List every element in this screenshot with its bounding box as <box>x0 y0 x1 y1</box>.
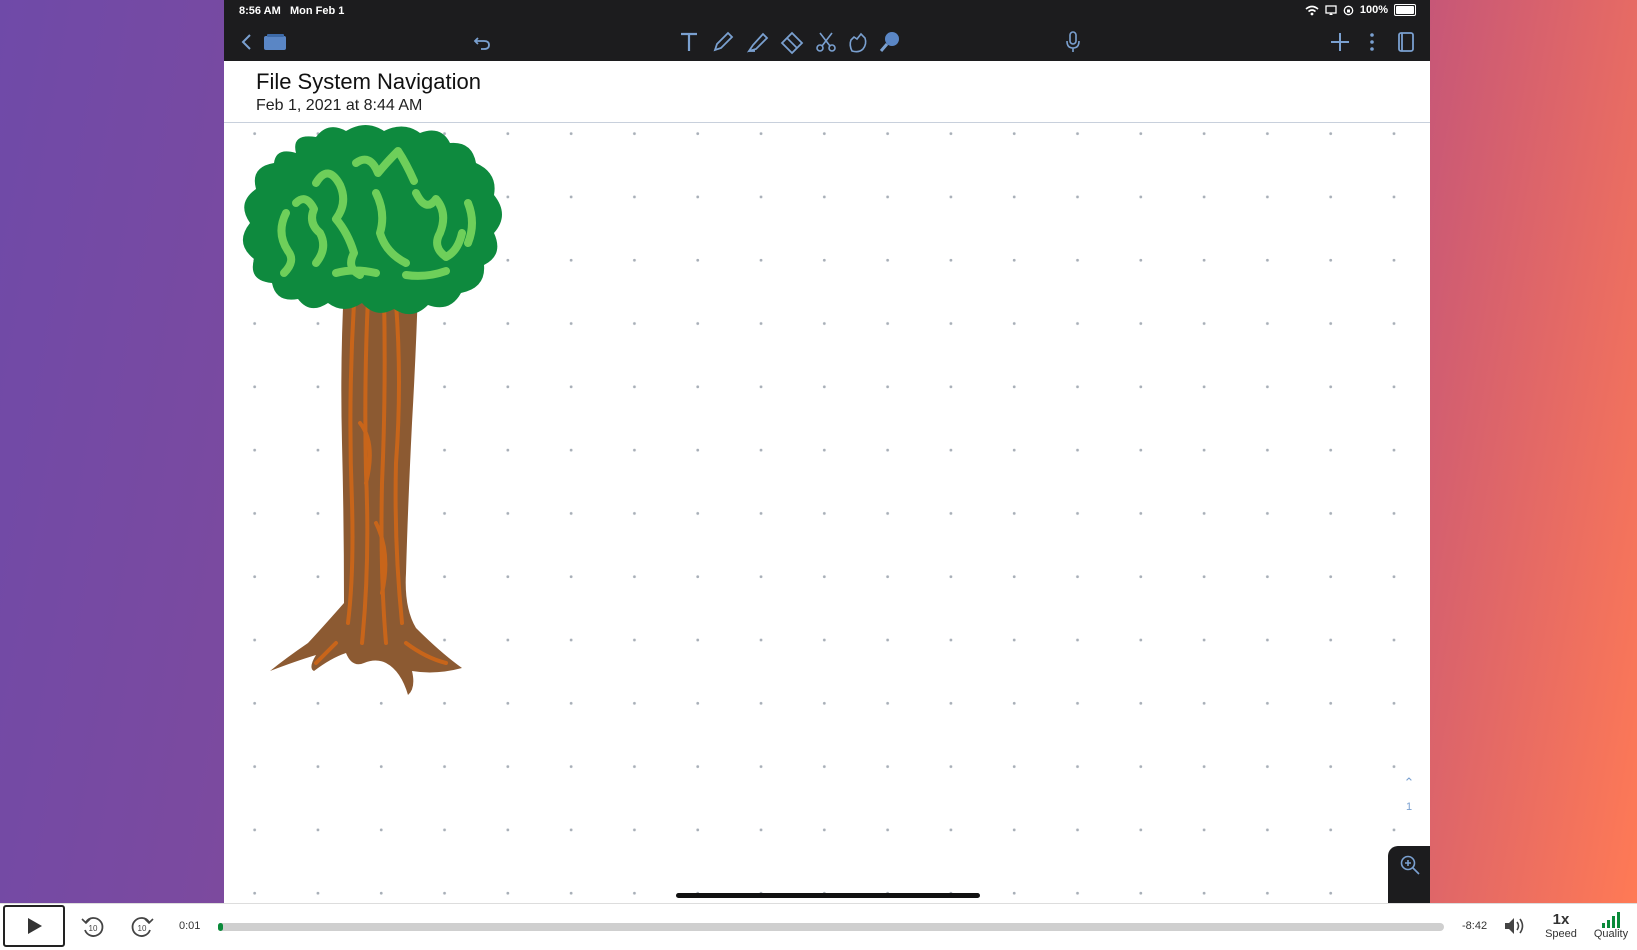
pages-icon[interactable] <box>1391 28 1421 56</box>
undo-icon[interactable] <box>467 28 497 56</box>
volume-icon <box>1505 918 1524 934</box>
text-tool-icon[interactable] <box>674 28 704 56</box>
wifi-icon <box>1305 5 1319 15</box>
video-player-controls: 10 10 0:01 -8:42 1x Speed Quality <box>0 903 1637 950</box>
rewind-10-button[interactable]: 10 <box>78 912 108 942</box>
zoom-button[interactable] <box>1388 846 1430 903</box>
more-icon[interactable] <box>1357 28 1387 56</box>
document-header: File System Navigation Feb 1, 2021 at 8:… <box>224 61 1430 123</box>
speed-value: 1x <box>1552 911 1570 928</box>
scissors-icon[interactable] <box>811 28 841 56</box>
quality-label: Quality <box>1593 928 1629 940</box>
page-indicator[interactable]: ⌃ 1 <box>1398 775 1420 813</box>
forward-icon: 10 <box>131 917 154 937</box>
progress-fill <box>218 923 223 931</box>
speed-label: Speed <box>1545 928 1577 940</box>
pencil-icon[interactable] <box>708 28 738 56</box>
forward-seconds: 10 <box>138 924 147 933</box>
page-number: 1 <box>1405 801 1413 813</box>
orientation-lock-icon <box>1343 5 1354 15</box>
battery-percent: 100% <box>1359 4 1388 16</box>
play-button[interactable] <box>3 905 65 947</box>
pointer-icon[interactable] <box>875 28 905 56</box>
elapsed-time: 0:01 <box>179 920 201 932</box>
progress-bar[interactable] <box>218 923 1444 931</box>
rewind-seconds: 10 <box>89 924 98 933</box>
rewind-icon: 10 <box>81 917 104 937</box>
hand-icon[interactable] <box>843 28 873 56</box>
screen-mirror-icon <box>1325 4 1337 15</box>
eraser-icon[interactable] <box>777 28 807 56</box>
remaining-time: -8:42 <box>1462 920 1488 932</box>
dot-grid-canvas[interactable]: ⌃ 1 <box>224 123 1430 903</box>
home-indicator <box>676 893 980 898</box>
back-icon[interactable] <box>232 28 262 56</box>
notebooks-icon[interactable] <box>260 28 290 56</box>
ipad-screen: 8:56 AM Mon Feb 1 100% File System Navig… <box>224 0 1430 903</box>
highlighter-icon[interactable] <box>743 28 773 56</box>
zoom-in-icon <box>1400 855 1420 875</box>
microphone-icon[interactable] <box>1058 28 1088 56</box>
status-time: 8:56 AM <box>239 5 281 17</box>
volume-button[interactable] <box>1500 911 1530 941</box>
signal-bars-icon <box>1602 912 1620 928</box>
document-date: Feb 1, 2021 at 8:44 AM <box>256 97 423 114</box>
toolbar <box>224 22 1430 61</box>
document-title[interactable]: File System Navigation <box>256 69 481 95</box>
status-date: Mon Feb 1 <box>289 5 345 17</box>
tree-drawing <box>242 125 502 695</box>
add-icon[interactable] <box>1325 28 1355 56</box>
status-icons: 100% <box>1305 4 1416 16</box>
chevron-up-icon[interactable]: ⌃ <box>1398 775 1420 791</box>
quality-control[interactable]: Quality <box>1590 912 1632 940</box>
status-time-date: 8:56 AM Mon Feb 1 <box>239 5 344 17</box>
speed-control[interactable]: 1x Speed <box>1543 911 1579 941</box>
battery-icon <box>1394 4 1416 16</box>
play-icon <box>28 918 42 934</box>
forward-10-button[interactable]: 10 <box>127 912 157 942</box>
status-bar: 8:56 AM Mon Feb 1 100% <box>224 0 1430 22</box>
